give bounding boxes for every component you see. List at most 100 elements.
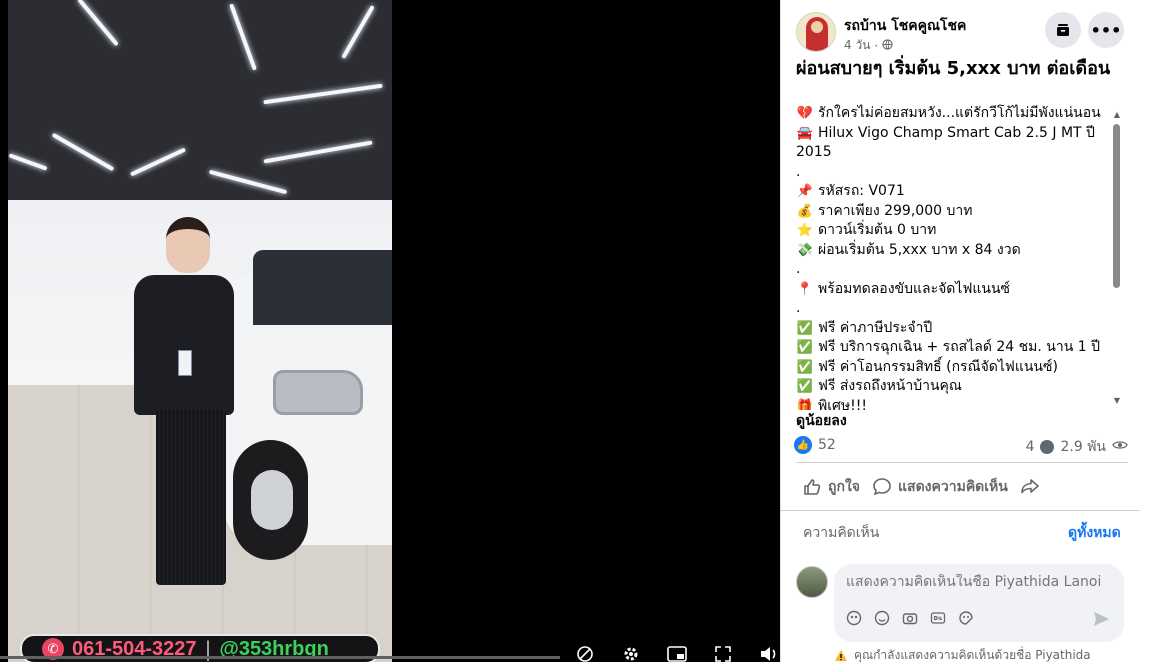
post-body-line: 🎁 พิเศษ!!! xyxy=(796,397,1126,411)
line-text: . xyxy=(796,261,801,277)
presenter-image xyxy=(126,215,246,605)
post-title: ผ่อนสบายๆ เริ่มต้น 5,xxx บาท ต่อเดือน xyxy=(796,58,1111,79)
warning-triangle-icon xyxy=(834,649,848,663)
post-body-line: ✅ ฟรี ค่าโอนกรรมสิทธิ์ (กรณีจัดไฟแนนซ์) xyxy=(796,358,1126,378)
like-label: ถูกใจ xyxy=(828,479,860,495)
video-frame[interactable] xyxy=(8,0,392,662)
identity-warning: คุณกำลังแสดงความคิดเห็นด้วยชื่อ Piyathid… xyxy=(834,646,1091,665)
line-emoji-icon: 📍 xyxy=(796,281,814,297)
post-body-line: ⭐ ดาวน์เริ่มต้น 0 บาท xyxy=(796,221,1126,241)
view-count: 2.9 พัน xyxy=(1060,439,1106,455)
camera-icon[interactable] xyxy=(902,610,918,626)
line-emoji-icon: 🚘 xyxy=(796,125,814,141)
post-body-line: 💸 ผ่อนเริ่มต้น 5,xxx บาท x 84 งวด xyxy=(796,241,1126,261)
comment-label: แสดงความคิดเห็น xyxy=(898,479,1008,495)
more-options-button[interactable]: ••• xyxy=(1088,12,1124,48)
post-time[interactable]: 4 วัน xyxy=(844,36,870,55)
post-body: 💔 รักใครไม่ค่อยสมหวัง...แต่รักวีโก้ไม่มีพ… xyxy=(796,104,1126,410)
save-post-button[interactable] xyxy=(1045,12,1081,48)
warning-text: คุณกำลังแสดงความคิดเห็นด้วยชื่อ Piyathid… xyxy=(854,648,1091,662)
more-dots-icon: ••• xyxy=(1090,20,1122,40)
line-text: Hilux Vigo Champ Smart Cab 2.5 J MT ปี 2… xyxy=(796,124,1095,161)
post-body-line: ✅ ฟรี ค่าภาษีประจำปี xyxy=(796,319,1126,339)
see-all-comments-link[interactable]: ดูทั้งหมด xyxy=(1068,522,1121,544)
comment-composer[interactable] xyxy=(834,564,1124,642)
share-button[interactable] xyxy=(1014,470,1046,504)
see-less-link[interactable]: ดูน้อยลง xyxy=(796,410,847,432)
composer-tools xyxy=(846,610,974,626)
line-text: . xyxy=(796,300,801,316)
avatar-sticker-icon[interactable] xyxy=(846,610,862,626)
line-emoji-icon: ✅ xyxy=(796,320,814,336)
post-meta: 4 วัน · xyxy=(844,36,893,55)
line-emoji-icon: 💸 xyxy=(796,242,814,258)
line-text: ฟรี ค่าโอนกรรมสิทธิ์ (กรณีจัดไฟแนนซ์) xyxy=(818,358,1058,375)
post-body-line: 💔 รักใครไม่ค่อยสมหวัง...แต่รักวีโก้ไม่มีพ… xyxy=(796,104,1126,124)
post-stats: 👍 52 4 2.9 พัน xyxy=(794,434,1128,456)
video-viewer[interactable]: ✆ 061-504-3227 | @353hrbgn xyxy=(0,0,780,662)
comment-bubble-icon xyxy=(1040,440,1055,454)
line-text: ผ่อนเริ่มต้น 5,xxx บาท x 84 งวด xyxy=(818,241,1021,258)
comment-button[interactable]: แสดงความคิดเห็น xyxy=(866,470,1014,504)
volume-icon[interactable] xyxy=(758,644,780,662)
scroll-thumb[interactable] xyxy=(1113,124,1120,288)
captions-off-icon[interactable] xyxy=(574,644,596,662)
page-avatar[interactable] xyxy=(796,12,836,52)
post-body-line: ✅ ฟรี ส่งรถถึงหน้าบ้านคุณ xyxy=(796,377,1126,397)
line-emoji-icon: 💔 xyxy=(796,106,814,121)
line-text: ราคาเพียง 299,000 บาท xyxy=(818,202,973,219)
line-text: พิเศษ!!! xyxy=(818,397,867,411)
post-body-line: 📍 พร้อมทดลองขับและจัดไฟแนนซ์ xyxy=(796,280,1126,300)
line-text: รักใครไม่ค่อยสมหวัง...แต่รักวีโก้ไม่มีพั… xyxy=(818,105,1101,121)
globe-icon xyxy=(882,38,893,53)
divider xyxy=(796,462,1128,463)
eye-icon xyxy=(1112,439,1128,455)
share-arrow-icon xyxy=(1021,479,1039,494)
line-emoji-icon: 🎁 xyxy=(796,398,814,411)
gif-icon[interactable] xyxy=(930,610,946,626)
settings-gear-icon[interactable] xyxy=(620,644,642,662)
sticker-icon[interactable] xyxy=(958,610,974,626)
ceiling-image xyxy=(8,0,392,215)
line-emoji-icon: ⭐ xyxy=(796,223,814,238)
scroll-down-arrow-icon[interactable]: ▼ xyxy=(1112,396,1122,406)
like-reaction-icon[interactable]: 👍 xyxy=(794,436,812,454)
scroll-up-arrow-icon[interactable]: ▲ xyxy=(1112,110,1122,120)
post-body-line: . xyxy=(796,260,1126,280)
like-count[interactable]: 52 xyxy=(818,437,836,453)
post-body-line: 📌 รหัสรถ: V071 xyxy=(796,182,1126,202)
send-icon[interactable] xyxy=(1092,610,1110,628)
post-scrollbar[interactable]: ▲ ▼ xyxy=(1112,110,1122,406)
line-text: ดาวน์เริ่มต้น 0 บาท xyxy=(818,222,937,238)
comments-heading: ความคิดเห็น xyxy=(803,525,880,541)
line-emoji-icon: 📌 xyxy=(796,184,814,199)
post-body-line: 🚘 Hilux Vigo Champ Smart Cab 2.5 J MT ปี … xyxy=(796,124,1126,163)
fullscreen-icon[interactable] xyxy=(712,644,734,662)
line-emoji-icon: ✅ xyxy=(796,340,814,355)
page-name[interactable]: รถบ้าน โชคคูณโชค xyxy=(844,15,966,37)
picture-in-picture-icon[interactable] xyxy=(666,644,688,662)
divider xyxy=(780,510,1140,511)
archive-box-icon xyxy=(1057,24,1069,36)
like-button[interactable]: ถูกใจ xyxy=(796,470,866,504)
line-emoji-icon: 💰 xyxy=(796,203,814,219)
post-header: รถบ้าน โชคคูณโชค 4 วัน · ••• xyxy=(796,12,1136,56)
engagement-stats: 4 2.9 พัน xyxy=(1026,436,1128,458)
comment-count[interactable]: 4 xyxy=(1026,439,1035,455)
post-body-line: . xyxy=(796,163,1126,183)
line-text: พร้อมทดลองขับและจัดไฟแนนซ์ xyxy=(818,280,1011,297)
line-text: ฟรี ส่งรถถึงหน้าบ้านคุณ xyxy=(818,378,962,394)
post-body-line: ✅ ฟรี บริการฉุกเฉิน + รถสไลด์ 24 ชม. นาน … xyxy=(796,338,1126,358)
line-text: ฟรี บริการฉุกเฉิน + รถสไลด์ 24 ชม. นาน 1… xyxy=(818,339,1100,355)
post-body-line: . xyxy=(796,299,1126,319)
comment-icon xyxy=(873,478,891,496)
line-emoji-icon: ✅ xyxy=(796,359,814,375)
user-avatar[interactable] xyxy=(796,566,828,598)
video-progress-bar[interactable] xyxy=(0,656,560,659)
emoji-icon[interactable] xyxy=(874,610,890,626)
video-controls xyxy=(574,644,780,662)
post-body-line: 💰 ราคาเพียง 299,000 บาท xyxy=(796,202,1126,222)
post-actions: ถูกใจ แสดงความคิดเห็น xyxy=(796,470,1128,504)
comment-input[interactable] xyxy=(846,574,1116,590)
thumbs-up-icon xyxy=(804,479,821,495)
